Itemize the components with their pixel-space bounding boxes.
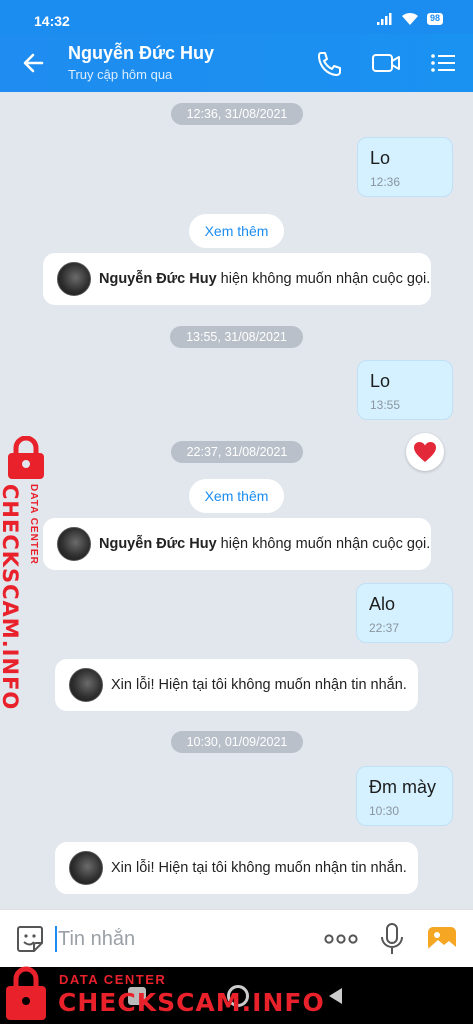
outgoing-message[interactable]: Alo 22:37 [356,583,453,643]
notice-text: hiện không muốn nhận cuộc gọi. [220,536,431,552]
message-text: Lo [370,371,391,391]
message-time: 22:37 [369,621,400,635]
nav-back-icon[interactable] [326,986,344,1006]
see-more-button[interactable]: Xem thêm [189,479,284,513]
mic-icon[interactable] [378,922,406,956]
outgoing-message[interactable]: Lo 12:36 [357,137,453,197]
menu-list-icon[interactable] [428,49,458,77]
avatar[interactable] [69,668,103,702]
see-more-button[interactable]: Xem thêm [189,214,284,248]
more-icon[interactable] [322,928,360,950]
lock-icon [6,966,46,1020]
auto-reply-text: Xin lỗi! Hiện tại tôi không muốn nhận ti… [111,860,407,876]
watermark-brand: CHECKSCAM.INFO [0,484,22,711]
auto-reply-notice: Xin lỗi! Hiện tại tôi không muốn nhận ti… [55,659,418,711]
message-time: 12:36 [370,175,401,189]
message-time: 13:55 [370,398,401,412]
date-timestamp: 10:30, 01/09/2021 [171,731,303,753]
signal-icon [376,13,392,25]
watermark-brand: CHECKSCAM.INFO [58,988,325,1017]
reaction-heart-button[interactable] [406,433,444,471]
watermark-vertical: CHECKSCAM.INFO DATA CENTER [0,436,54,710]
message-text: Lo [370,148,391,168]
auto-reply-text: Xin lỗi! Hiện tại tôi không muốn nhận ti… [111,677,407,693]
message-composer [0,909,473,967]
image-icon[interactable] [426,923,458,955]
outgoing-message[interactable]: Lo 13:55 [357,360,453,420]
status-icons: 98 [376,12,443,26]
date-timestamp: 12:36, 31/08/2021 [171,103,303,125]
status-time: 14:32 [34,13,70,29]
lock-icon [8,436,44,479]
avatar[interactable] [57,527,91,561]
wifi-icon [401,12,418,25]
notice-text: hiện không muốn nhận cuộc gọi. [220,271,431,287]
avatar[interactable] [69,851,103,885]
auto-reply-notice: Xin lỗi! Hiện tại tôi không muốn nhận ti… [55,842,418,894]
message-text: Đm mày [369,777,436,797]
outgoing-message[interactable]: Đm mày 10:30 [356,766,453,826]
contact-status: Truy cập hôm qua [68,67,173,82]
heart-icon [414,442,436,462]
call-blocked-notice: Nguyễn Đức Huy hiện không muốn nhận cuộc… [43,518,431,570]
date-timestamp: 13:55, 31/08/2021 [170,326,303,348]
chat-area[interactable]: 12:36, 31/08/2021 Lo 12:36 Xem thêm Nguy… [0,92,473,909]
chat-header: Nguyễn Đức Huy Truy cập hôm qua [0,34,473,92]
date-timestamp: 22:37, 31/08/2021 [171,441,303,463]
text-caret [55,926,57,952]
contact-name[interactable]: Nguyễn Đức Huy [68,43,214,64]
phone-icon[interactable] [314,49,344,77]
message-text: Alo [369,594,396,614]
notice-contact-name: Nguyễn Đức Huy [99,536,217,552]
notice-contact-name: Nguyễn Đức Huy [99,271,217,287]
call-blocked-notice: Nguyễn Đức Huy hiện không muốn nhận cuộc… [43,253,431,305]
sticker-icon[interactable] [14,923,46,955]
avatar[interactable] [57,262,91,296]
message-time: 10:30 [369,804,400,818]
watermark-bottom: DATA CENTER CHECKSCAM.INFO [0,962,324,1024]
battery-indicator: 98 [426,13,443,25]
watermark-subtitle: DATA CENTER [59,972,167,987]
message-input[interactable] [58,924,308,954]
back-arrow-icon[interactable] [18,48,50,78]
status-bar: 14:32 98 [0,0,473,34]
video-call-icon[interactable] [371,49,401,77]
watermark-subtitle: DATA CENTER [28,484,39,565]
